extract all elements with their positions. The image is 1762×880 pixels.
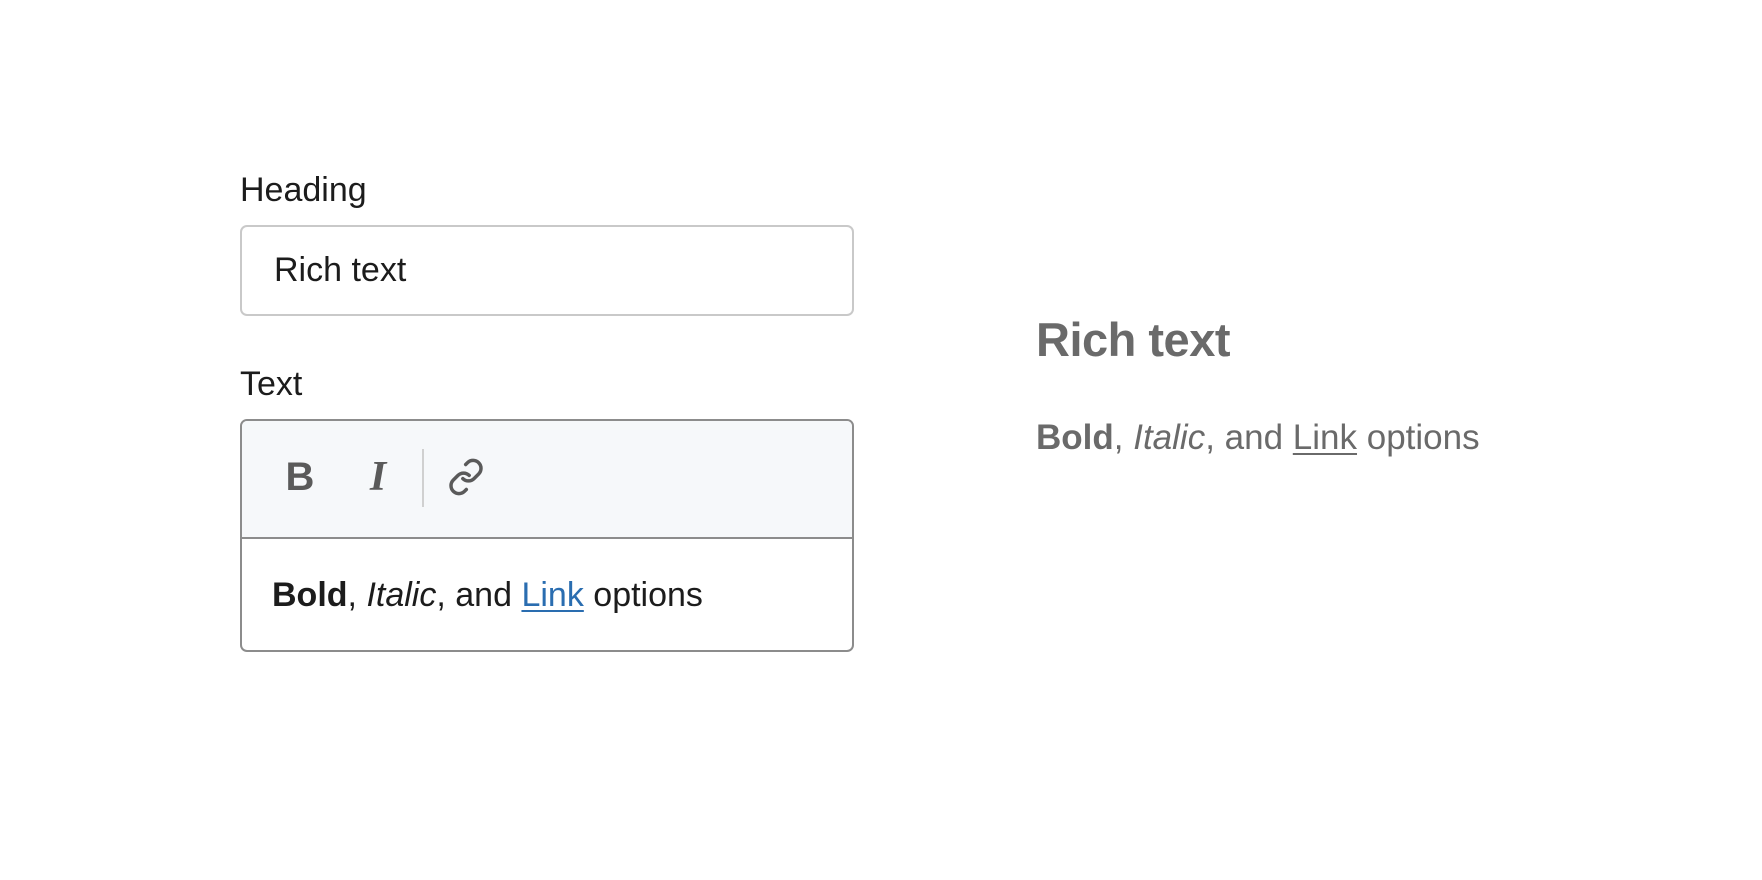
- editor-toolbar: B I: [242, 421, 852, 539]
- italic-button[interactable]: I: [348, 447, 408, 507]
- preview-heading: Rich text: [1036, 313, 1231, 366]
- preview-body: Bold, Italic, and Link options: [1036, 420, 1480, 455]
- rich-text-editor: B I Bold, Italic, and Link options: [240, 419, 854, 652]
- preview-italic-text: Italic: [1133, 418, 1206, 457]
- preview-bold-text: Bold: [1036, 418, 1114, 457]
- preview-separator: , and: [1205, 418, 1284, 457]
- text-separator: ,: [347, 576, 357, 614]
- link-text[interactable]: Link: [521, 576, 583, 615]
- heading-field-label: Heading: [240, 171, 367, 209]
- link-icon: [449, 458, 483, 496]
- preview-plain-text: options: [1366, 418, 1480, 457]
- plain-text: options: [593, 576, 703, 614]
- heading-input[interactable]: [240, 225, 854, 316]
- text-separator: , and: [436, 576, 512, 614]
- editor-content-area[interactable]: Bold, Italic, and Link options: [242, 539, 852, 650]
- text-field-label: Text: [240, 365, 303, 403]
- italic-text: Italic: [366, 576, 437, 614]
- toolbar-divider: [422, 449, 424, 507]
- preview-link-text[interactable]: Link: [1293, 418, 1357, 457]
- bold-text: Bold: [272, 576, 348, 614]
- preview-separator: ,: [1113, 418, 1124, 457]
- link-button[interactable]: [436, 447, 496, 507]
- bold-button[interactable]: B: [270, 447, 330, 507]
